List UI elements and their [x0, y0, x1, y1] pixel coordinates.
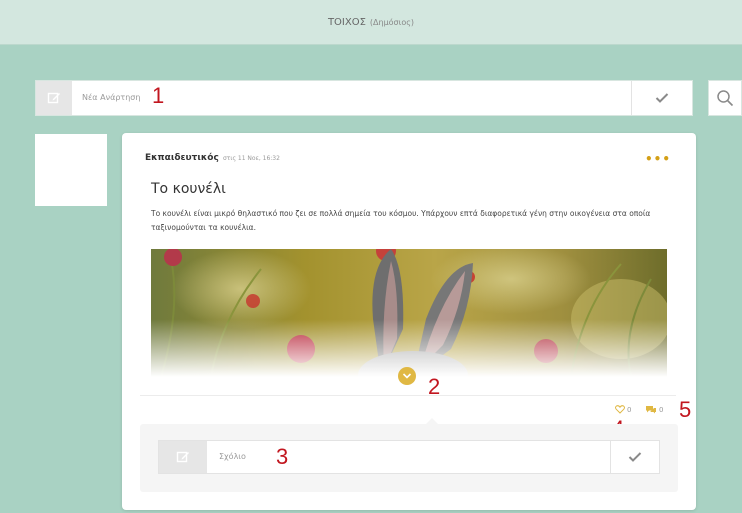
submit-comment-button[interactable]	[610, 441, 659, 473]
post-divider	[140, 395, 676, 396]
more-options-icon[interactable]: •••	[645, 152, 671, 166]
avatar	[35, 134, 107, 206]
wall-visibility: (Δημόσιος)	[369, 17, 415, 27]
chevron-down-icon	[402, 373, 412, 379]
post-body: Το κουνέλι είναι μικρό θηλαστικό που ζει…	[151, 209, 651, 232]
comment-bar[interactable]: Σχόλιο	[158, 440, 660, 474]
new-post-bar[interactable]: Νέα Ανάρτηση	[35, 80, 693, 116]
post-card: Εκπαιδευτικός στις 11 Νοε, 16:32 ••• Το …	[122, 133, 696, 510]
submit-post-button[interactable]	[631, 81, 692, 115]
comment-area: Σχόλιο 3	[140, 418, 678, 492]
edit-icon	[159, 441, 207, 473]
comment-icon	[646, 406, 656, 414]
new-post-placeholder[interactable]: Νέα Ανάρτηση	[82, 81, 140, 115]
wall-title: ΤΟΙΧΟΣ	[327, 16, 366, 28]
check-icon	[628, 452, 642, 462]
comment-count: 0	[659, 405, 664, 414]
heart-icon	[615, 405, 625, 414]
search-icon	[717, 90, 734, 107]
post-author: Εκπαιδευτικός	[145, 153, 219, 163]
edit-icon	[36, 81, 72, 115]
post-title: Το κουνέλι	[151, 181, 226, 197]
callout-1: 1	[152, 83, 165, 108]
search-button[interactable]	[708, 80, 742, 116]
comments-button[interactable]: 0	[645, 405, 663, 414]
expand-post-button[interactable]	[398, 367, 416, 385]
like-count: 0	[627, 405, 632, 414]
post-image	[151, 249, 667, 377]
check-icon	[655, 93, 669, 103]
like-button[interactable]: 0	[615, 405, 631, 414]
post-timestamp: στις 11 Νοε, 16:32	[223, 155, 280, 162]
comment-input[interactable]: Σχόλιο	[219, 441, 246, 473]
wall-header: ΤΟΙΧΟΣ (Δημόσιος)	[0, 0, 742, 45]
callout-3: 3	[276, 444, 289, 469]
callout-5: 5	[679, 397, 692, 422]
